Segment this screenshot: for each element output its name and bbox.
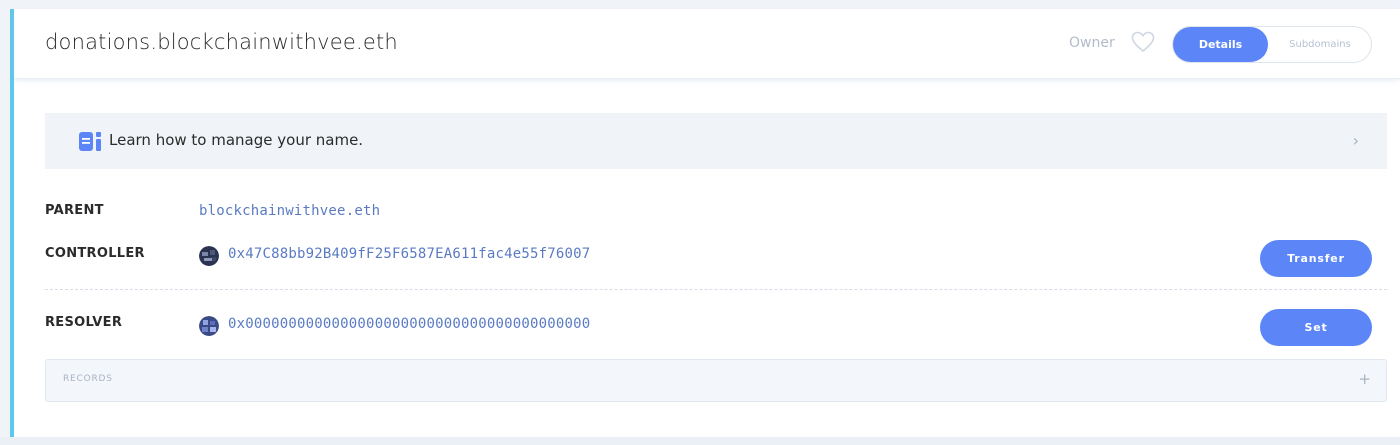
divider [45, 289, 1387, 290]
controller-label: CONTROLLER [45, 246, 145, 261]
chevron-right-icon: › [1352, 131, 1359, 150]
page-bottom [0, 437, 1400, 445]
name-header: donations.blockchainwithvee.eth Owner De… [14, 9, 1400, 79]
owner-label: Owner [1069, 35, 1115, 51]
transfer-button[interactable]: Transfer [1260, 240, 1372, 277]
page-title: donations.blockchainwithvee.eth [45, 30, 398, 54]
controller-avatar [199, 246, 219, 266]
resolver-label: RESOLVER [45, 315, 123, 330]
set-button[interactable]: Set [1260, 309, 1372, 346]
parent-label: PARENT [45, 203, 104, 218]
resolver-avatar [199, 316, 219, 336]
heart-icon[interactable] [1131, 31, 1155, 53]
learn-banner-text: Learn how to manage your name. [109, 131, 364, 149]
resolver-address[interactable]: 0x00000000000000000000000000000000000000… [228, 316, 590, 332]
book-icon [79, 132, 103, 151]
plus-icon[interactable]: + [1358, 370, 1371, 388]
tab-subdomains[interactable]: Subdomains [1269, 27, 1371, 62]
records-label: RECORDS [63, 374, 113, 384]
controller-address[interactable]: 0x47C88bb92B409fF25F6587EA611fac4e55f760… [228, 246, 590, 262]
parent-link[interactable]: blockchainwithvee.eth [199, 203, 380, 219]
tab-switcher: Details Subdomains [1172, 26, 1372, 63]
records-section[interactable]: RECORDS + [45, 359, 1387, 402]
learn-banner[interactable]: Learn how to manage your name. › [45, 113, 1387, 169]
tab-details[interactable]: Details [1173, 27, 1268, 62]
name-details-card: donations.blockchainwithvee.eth Owner De… [10, 9, 1400, 437]
